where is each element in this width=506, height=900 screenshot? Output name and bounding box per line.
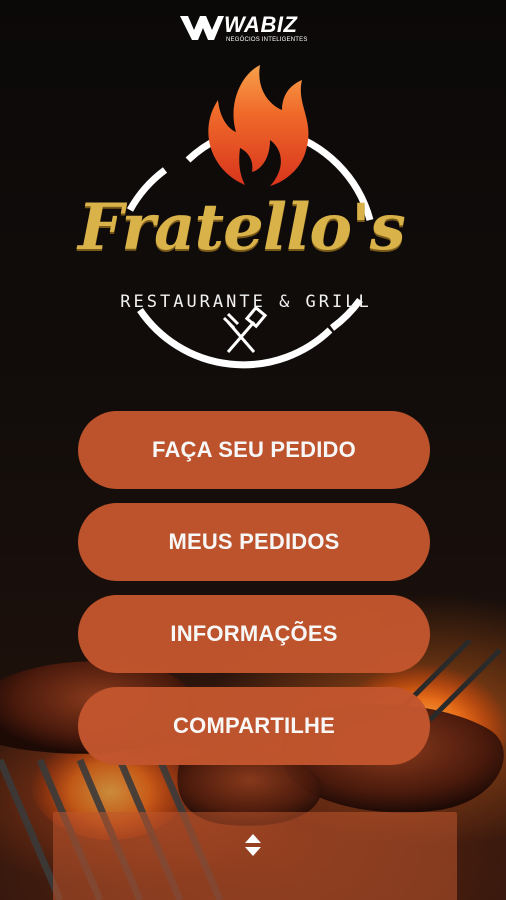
main-menu: FAÇA SEU PEDIDO MEUS PEDIDOS INFORMAÇÕES…	[78, 411, 430, 779]
brand-tagline: NEGÓCIOS INTELIGENTES	[226, 37, 308, 43]
wabiz-logo-icon	[180, 16, 224, 40]
information-button[interactable]: INFORMAÇÕES	[78, 595, 430, 673]
restaurant-name: Fratello's	[78, 190, 406, 265]
restaurant-subtitle: RESTAURANTE & GRILL	[120, 292, 372, 312]
grill-utensils-icon	[222, 305, 268, 353]
wabiz-logo: WABIZ NEGÓCIOS INTELIGENTES	[180, 12, 330, 48]
scroll-arrows-icon[interactable]	[243, 832, 263, 858]
flame-icon	[208, 65, 309, 186]
brand-name: WABIZ	[224, 12, 298, 37]
order-button[interactable]: FAÇA SEU PEDIDO	[78, 411, 430, 489]
my-orders-button[interactable]: MEUS PEDIDOS	[78, 503, 430, 581]
share-button[interactable]: COMPARTILHE	[78, 687, 430, 765]
